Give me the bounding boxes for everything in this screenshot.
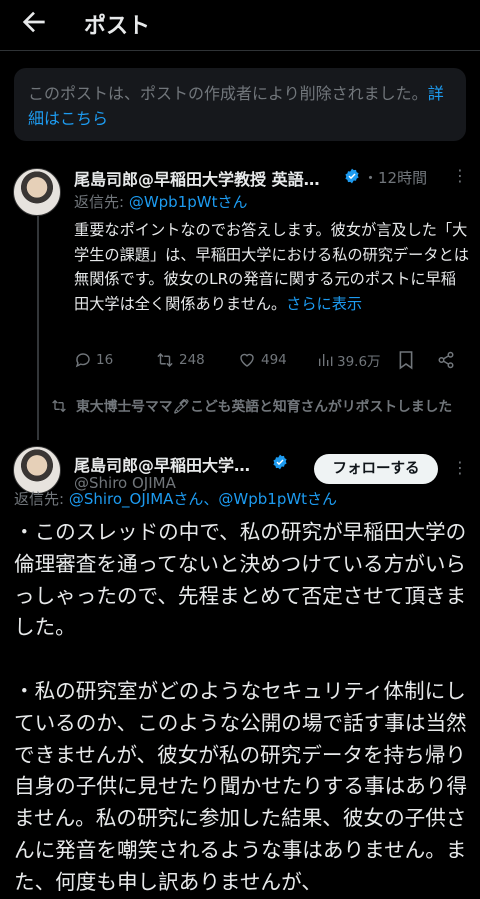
- author-name[interactable]: 尾島司郎@早稲田大学教授 英語…: [74, 166, 320, 190]
- reply-label: 返信先:: [74, 193, 129, 211]
- verified-badge-icon: [345, 168, 359, 184]
- reply-icon: [75, 353, 90, 368]
- verified-badge-icon: [273, 454, 287, 470]
- post-text: ・このスレッドの中で、私の研究が早稲田大学の倫理審査を通ってないと決めつけている…: [14, 517, 470, 899]
- avatar[interactable]: [13, 168, 61, 216]
- share-icon[interactable]: [437, 350, 455, 370]
- deleted-post-notice: このポストは、ポストの作成者により削除されました。詳細はこちら: [14, 68, 466, 141]
- bookmark-icon[interactable]: [398, 350, 414, 370]
- post-actions: 16 248 494 39.6万: [74, 348, 466, 372]
- show-more-link[interactable]: さらに表示: [286, 295, 362, 313]
- heart-icon: [240, 353, 254, 367]
- repost-count: 248: [179, 352, 205, 368]
- more-options-icon[interactable]: ⋮: [452, 458, 468, 477]
- avatar[interactable]: [13, 446, 61, 494]
- reply-label: 返信先:: [14, 490, 69, 508]
- views-icon: [319, 354, 333, 366]
- arrow-left-icon[interactable]: [18, 6, 50, 38]
- repost-icon: [52, 399, 66, 413]
- repost-notice-text[interactable]: 東大博士号ママ🖊こども英語と知育さんがリポストしました: [76, 396, 471, 418]
- repost-button[interactable]: 248: [155, 348, 205, 372]
- post-text-content: 重要なポイントなのでお答えします。彼女が言及した「大学生の課題」は、早稲田大学に…: [74, 221, 469, 313]
- reply-handle[interactable]: @Wpb1pWtさん: [129, 193, 248, 211]
- reply-to: 返信先: @Wpb1pWtさん: [74, 191, 247, 212]
- post-text: 重要なポイントなのでお答えします。彼女が言及した「大学生の課題」は、早稲田大学に…: [74, 218, 469, 316]
- like-button[interactable]: 494: [237, 348, 287, 372]
- page-title: ポスト: [84, 14, 151, 39]
- reply-handles[interactable]: @Shiro_OJIMAさん、@Wpb1pWtさん: [69, 490, 337, 508]
- reply-to: 返信先: @Shiro_OJIMAさん、@Wpb1pWtさん: [14, 488, 337, 509]
- reply-button[interactable]: 16: [74, 348, 113, 372]
- view-count: 39.6万: [337, 354, 381, 370]
- reply-count: 16: [96, 352, 114, 368]
- views-button[interactable]: 39.6万: [317, 348, 381, 372]
- author-name[interactable]: 尾島司郎@早稲田大学…: [74, 452, 250, 476]
- follow-button[interactable]: フォローする: [314, 454, 438, 484]
- top-bar: ポスト: [0, 0, 480, 48]
- thread-line: [37, 216, 39, 440]
- more-options-icon[interactable]: ⋮: [452, 166, 468, 185]
- post-time: ・12時間: [363, 169, 428, 187]
- post-paragraph: ・このスレッドの中で、私の研究が早稲田大学の倫理審査を通ってないと決めつけている…: [14, 520, 467, 640]
- repost-icon: [157, 352, 173, 368]
- header-divider: [0, 50, 480, 51]
- deleted-notice-text: このポストは、ポストの作成者により削除されました。: [28, 84, 428, 103]
- like-count: 494: [261, 352, 287, 368]
- post-paragraph: ・私の研究室がどのようなセキュリティ体制にしているのか、このような公開の場で話す…: [14, 678, 468, 894]
